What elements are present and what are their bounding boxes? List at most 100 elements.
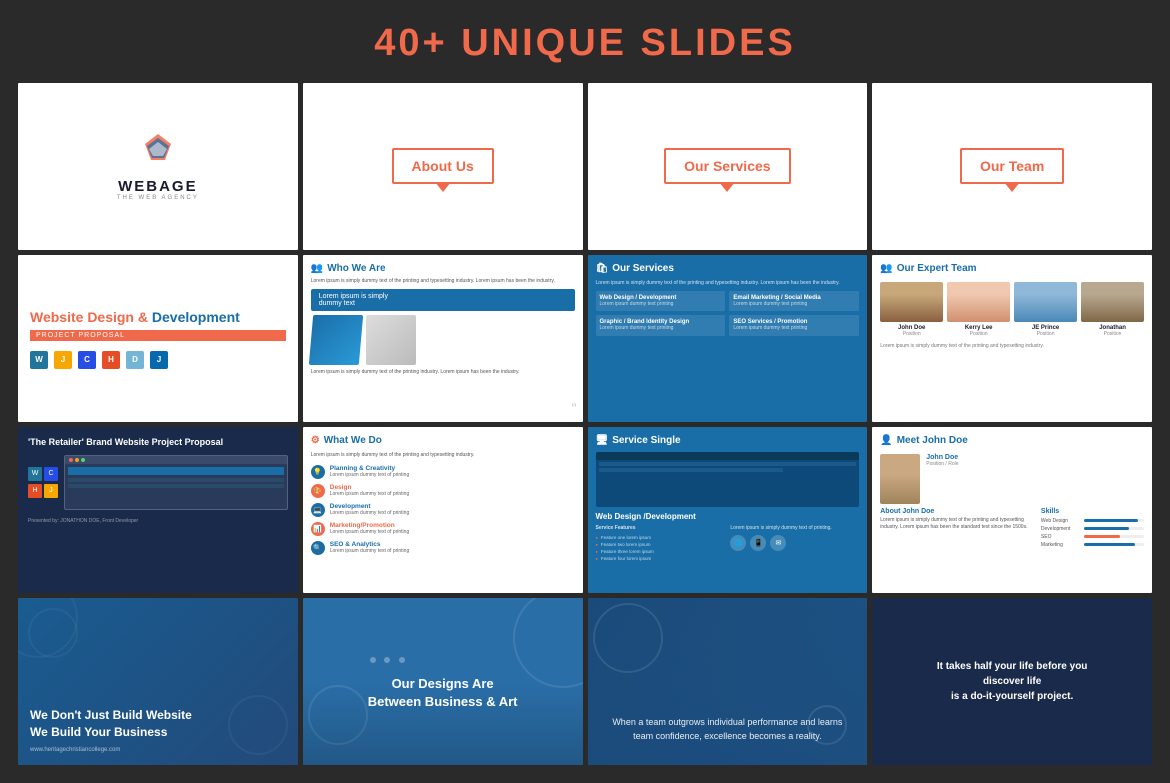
service2-text: Lorem ipsum dummy text printing	[733, 301, 855, 308]
slide10-desc: Lorem ipsum is simply dummy text of the …	[311, 452, 575, 459]
slide-our-team-title: Our Team	[872, 83, 1152, 250]
seo-text: SEO & Analytics Lorem ipsum dummy text o…	[330, 541, 409, 555]
bag-icon: 🛍	[596, 263, 609, 274]
dev-icon: 💻	[311, 503, 325, 517]
wwd-item-dev: 💻 Development Lorem ipsum dummy text of …	[311, 503, 575, 517]
tech-css: C	[78, 351, 96, 369]
slide-we-build: We Don't Just Build Website We Build You…	[18, 598, 298, 765]
our-team-label: Our Team	[960, 148, 1064, 184]
feature-4: Feature four lorem ipsum	[596, 555, 725, 562]
dev-title: Development	[330, 503, 409, 510]
slide5-subtitle: PROJECT PROPOSAL	[30, 330, 286, 341]
icon-h: H	[28, 484, 42, 498]
slide5-title-line1: Website Design &	[30, 309, 152, 325]
slide14-line2: Between Business & Art	[368, 693, 518, 711]
team-role-john: Position	[880, 331, 943, 337]
design-text: Design Lorem ipsum dummy text of printin…	[330, 484, 409, 498]
marketing-icon: 📊	[311, 522, 325, 536]
people-icon: 👥	[311, 263, 323, 274]
slide6-desc: Lorem ipsum is simply dummy text of the …	[311, 278, 575, 285]
slide-our-designs: Our Designs Are Between Business & Art	[303, 598, 583, 765]
slide-team-outgrows: When a team outgrows individual performa…	[588, 598, 868, 765]
slide9-presenter: Presented by: JONATHON DOE, Front Develo…	[28, 518, 288, 524]
design-body: Lorem ipsum dummy text of printing	[330, 491, 409, 498]
page-title: 40+ UNIQUE SLIDES	[0, 0, 1170, 83]
john-skills: Skills Web Design Development SEO	[1041, 508, 1144, 550]
slide11-header: 🖥 Service Single	[596, 435, 860, 446]
slide9-icon-row1: W C	[28, 467, 58, 481]
skill-track-wd	[1084, 519, 1144, 522]
slide8-title-text: Our Expert Team	[897, 263, 977, 274]
slide-logo: WEBAGE THE WEB AGENCY	[18, 83, 298, 250]
slide10-header: ⚙ What We Do	[311, 435, 575, 446]
john-position: Position / Role	[926, 461, 958, 467]
slide-about-us: About Us	[303, 83, 583, 250]
feature-2: Feature two lorem ipsum	[596, 541, 725, 548]
browser-content-3	[68, 484, 284, 488]
skill-fill-mkt	[1084, 543, 1135, 546]
s11-icon1: 🌐	[730, 535, 746, 551]
browser-dot-3	[81, 458, 85, 462]
slide6-image-block1	[309, 315, 363, 365]
feature-1: Feature one lorem ipsum	[596, 534, 725, 541]
browser-dot-2	[75, 458, 79, 462]
john-profile-top: John Doe Position / Role	[880, 454, 1144, 504]
avatar-jonathan	[1081, 282, 1144, 322]
service-item-4: SEO Services / Promotion Lorem ipsum dum…	[729, 315, 859, 336]
browser-dot-1	[69, 458, 73, 462]
skill-fill-seo	[1084, 535, 1120, 538]
slide12-header: 👤 Meet John Doe	[880, 435, 1144, 446]
skill-track-mkt	[1084, 543, 1144, 546]
about-us-label: About Us	[392, 148, 494, 184]
slide14-text: Our Designs Are Between Business & Art	[368, 652, 518, 711]
slide11-title-text: Service Single	[612, 435, 680, 446]
our-services-label: Our Services	[664, 148, 790, 184]
feature-3: Feature three lorem ipsum	[596, 548, 725, 555]
logo-brand-text: WEBAGE THE WEB AGENCY	[117, 178, 199, 201]
slide15-text-block: When a team outgrows individual performa…	[600, 706, 856, 753]
slide11-list: Feature one lorem ipsum Feature two lore…	[596, 534, 725, 562]
slide-what-we-do: ⚙ What We Do Lorem ipsum is simply dummy…	[303, 427, 583, 594]
tech-jq: J	[150, 351, 168, 369]
slide13-text-block: We Don't Just Build Website We Build You…	[30, 707, 286, 741]
gear-icon: ⚙	[311, 435, 320, 446]
wwd-item-marketing: 📊 Marketing/Promotion Lorem ipsum dummy …	[311, 522, 575, 536]
seo-body: Lorem ipsum dummy text of printing	[330, 548, 409, 555]
team-role-jonathan: Position	[1081, 331, 1144, 337]
skill-track-dev	[1084, 527, 1144, 530]
team-icon: 👥	[880, 263, 892, 274]
marketing-title: Marketing/Promotion	[330, 522, 409, 529]
dot3	[399, 657, 405, 663]
team-member-3: JE Prince Position	[1014, 282, 1077, 337]
service-item-3: Graphic / Brand Identity Design Lorem ip…	[596, 315, 726, 336]
skill-label-dev: Development	[1041, 526, 1081, 532]
slide11-icons-col: Lorem ipsum is simply dummy text of prin…	[730, 525, 859, 562]
slide11-monitor	[596, 452, 860, 507]
slide16-text: It takes half your life before you disco…	[937, 659, 1088, 704]
slide14-line1: Our Designs Are	[368, 675, 518, 693]
slide-retailer: 'The Retailer' Brand Website Project Pro…	[18, 427, 298, 594]
tech-h5: H	[102, 351, 120, 369]
slide7-header: 🛍 Our Services	[596, 263, 860, 274]
slide-our-expert-team: 👥 Our Expert Team John Doe Position Kerr…	[872, 255, 1152, 422]
skill-track-seo	[1084, 535, 1144, 538]
tech-dr: D	[126, 351, 144, 369]
service4-text: Lorem ipsum dummy text printing	[733, 325, 855, 332]
tech-wp: W	[30, 351, 48, 369]
skill-label-seo: SEO	[1041, 534, 1081, 540]
dot1	[370, 657, 376, 663]
team-member-1: John Doe Position	[880, 282, 943, 337]
monitor-line2	[599, 468, 784, 472]
john-name: John Doe	[926, 454, 958, 461]
s11-icon3: ✉	[770, 535, 786, 551]
browser-content-2	[68, 478, 284, 482]
slide16-line3: is a do-it-yourself project.	[937, 689, 1088, 704]
design-title: Design	[330, 484, 409, 491]
slide11-desc-text: Lorem ipsum is simply dummy text of prin…	[730, 525, 859, 531]
slide-our-services-content: 🛍 Our Services Lorem ipsum is simply dum…	[588, 255, 868, 422]
what-we-do-list: 💡 Planning & Creativity Lorem ipsum dumm…	[311, 465, 575, 555]
browser-content-1	[68, 467, 284, 475]
wwd-item-design: 🎨 Design Lorem ipsum dummy text of print…	[311, 484, 575, 498]
slide13-line2: We Build Your Business	[30, 724, 286, 741]
team-member-2: Kerry Lee Position	[947, 282, 1010, 337]
